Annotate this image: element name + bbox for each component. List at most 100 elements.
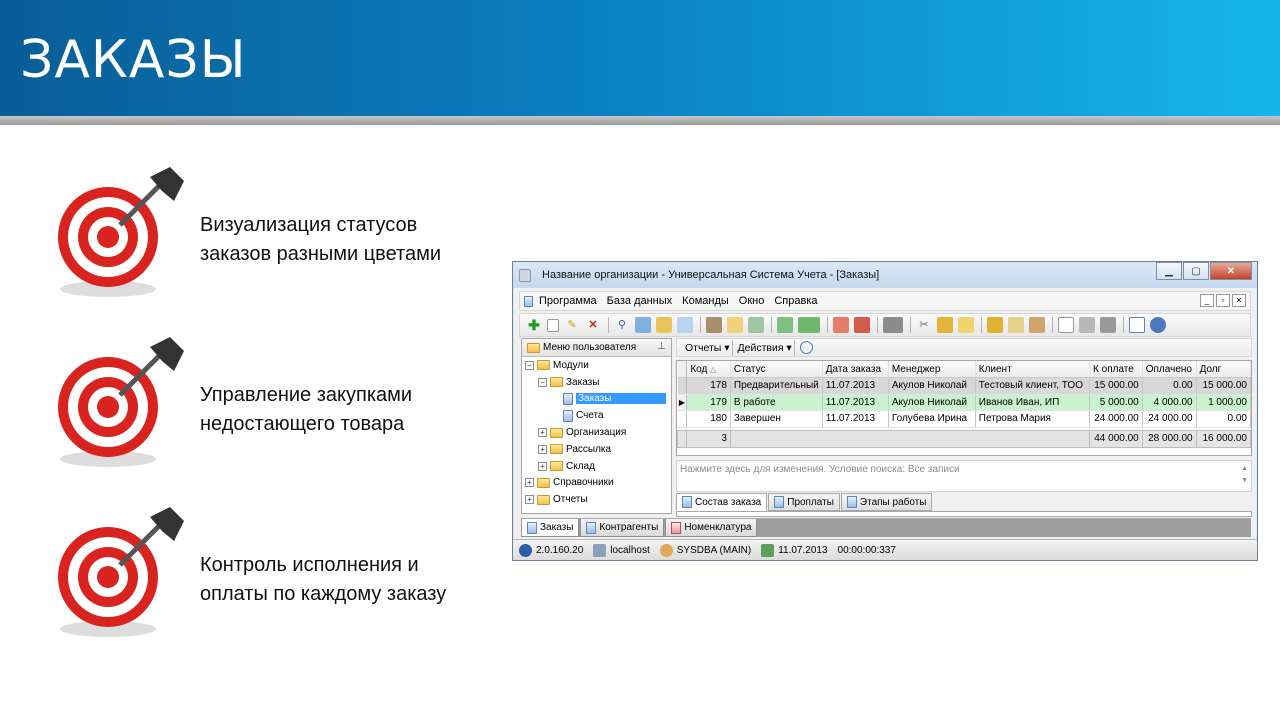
export-icon[interactable] [777,317,793,333]
status-time: 00:00:00:337 [838,545,896,556]
column-header[interactable]: Код △ [686,361,731,378]
book-icon[interactable] [1129,317,1145,333]
tree-node-organization[interactable]: + Организация [522,424,671,441]
comment-icon[interactable] [677,317,693,333]
filter-scrollbar[interactable]: ▲ ▼ [1241,463,1248,487]
tab-label: Заказы [540,522,574,533]
info-icon[interactable] [1150,317,1166,333]
settings-icon[interactable] [1029,317,1045,333]
tree-node-references[interactable]: + Справочники [522,475,671,492]
wizard-icon[interactable] [937,317,953,333]
table-icon[interactable] [1058,317,1074,333]
column-header[interactable]: Клиент [975,361,1091,378]
play-icon[interactable] [1100,317,1116,333]
reports-dropdown[interactable]: Отчеты ▾ [685,342,730,354]
sort-asc-icon: △ [710,364,717,374]
window-titlebar[interactable]: Название организации - Универсальная Сис… [513,262,1257,288]
toolbar-separator [1123,317,1124,333]
window-close-icon[interactable] [854,317,870,333]
tree-node-warehouse[interactable]: + Склад [522,458,671,475]
filter-icon[interactable] [656,317,672,333]
table-row[interactable]: ▶ 179 В работе 11.07.2013 Акулов Николай… [677,394,1252,411]
app-window: Название организации - Универсальная Сис… [512,261,1258,561]
tab-order-items[interactable]: Состав заказа [676,493,768,511]
bullet-line: недостающего товара [200,413,405,435]
expand-icon[interactable]: + [525,478,534,488]
column-header[interactable]: Статус [730,361,823,378]
expand-icon[interactable]: + [538,428,547,438]
tree-node-orders[interactable]: − Заказы [522,374,671,391]
menu-commands[interactable]: Команды [682,295,729,307]
actions-dropdown[interactable]: Действия ▾ [738,342,792,354]
tools-icon[interactable]: ✂ [916,317,932,333]
window-tab-orders[interactable]: Заказы [521,519,580,537]
exit-icon[interactable] [883,317,903,333]
window-title: Название организации - Универсальная Сис… [542,269,880,281]
filter-bar[interactable]: Нажмите здесь для изменения. Условие пои… [676,460,1252,492]
minimize-button[interactable]: ▁ [1156,262,1182,280]
collapse-icon[interactable]: − [538,377,547,387]
user-menu-title: Меню пользователя [543,342,637,353]
refresh-icon[interactable] [635,317,651,333]
mdi-minimize-button[interactable]: _ [1200,294,1214,307]
menu-window[interactable]: Окно [739,295,765,307]
tree-label: Склад [566,460,595,472]
table-row[interactable]: 180 Завершен 11.07.2013 Голубева Ирина П… [677,410,1252,428]
expand-icon[interactable]: + [538,461,547,471]
column-header[interactable]: Менеджер [888,361,976,378]
collapse-icon[interactable]: − [525,360,534,370]
clock-icon[interactable] [799,341,813,354]
tree-node-orders-list[interactable]: Заказы [522,391,671,408]
document-icon [682,496,692,508]
lock-icon[interactable] [987,317,1003,333]
cell-date: 11.07.2013 [822,410,889,428]
totals-empty [729,429,1091,448]
print-icon[interactable] [1079,317,1095,333]
menu-program[interactable]: Программа [539,295,597,307]
bullet-line: Управление закупками [200,384,413,406]
table-header-row: Код △ Статус Дата заказа Менеджер Клиент… [677,361,1252,378]
search-icon[interactable]: ⚲ [614,317,630,333]
window-tab-contractors[interactable]: Контрагенты [580,519,665,537]
folder-icon [537,360,550,371]
tab-payments[interactable]: Проплаты [768,493,840,511]
delete-icon[interactable]: ✕ [585,317,601,333]
add-icon[interactable]: ✚ [526,317,542,333]
note-icon[interactable] [958,317,974,333]
window-controls: ▁ ▢ ✕ [1155,262,1252,280]
expand-icon[interactable]: + [538,444,547,454]
import-dropdown-icon[interactable] [798,317,820,333]
column-header[interactable]: К оплате [1089,361,1143,378]
close-button[interactable]: ✕ [1210,262,1252,280]
cell-status: Предварительный [730,377,823,395]
tab-work-stages[interactable]: Этапы работы [840,493,933,511]
mdi-close-button[interactable]: ✕ [1232,294,1246,307]
expand-icon[interactable]: + [525,495,534,505]
menu-help[interactable]: Справка [774,295,817,307]
mdi-restore-button[interactable]: ▫ [1216,294,1230,307]
copy-icon[interactable] [547,318,559,332]
window-tab-nomenclature[interactable]: Номенклатура [665,519,758,537]
tree-node-reports[interactable]: + Отчеты [522,491,671,508]
table-row[interactable]: 178 Предварительный 11.07.2013 Акулов Ни… [677,377,1252,395]
tab-label: Проплаты [787,496,834,508]
tree-node-mailing[interactable]: + Рассылка [522,441,671,458]
maximize-button[interactable]: ▢ [1183,262,1209,280]
menu-database[interactable]: База данных [607,295,673,307]
palette-icon[interactable] [1008,317,1024,333]
folder-up-icon[interactable] [727,317,743,333]
window-new-icon[interactable] [833,317,849,333]
pin-icon[interactable]: ⊥ [657,341,666,352]
toolbar-separator [793,339,795,356]
package-icon[interactable] [706,317,722,333]
column-header[interactable]: Оплачено [1142,361,1197,378]
edit-pencil-icon[interactable]: ✎ [564,317,580,333]
tree-node-modules[interactable]: − Модули [522,357,671,374]
column-header[interactable]: Дата заказа [822,361,889,378]
column-header[interactable]: Долг [1196,361,1252,378]
tree-node-invoices[interactable]: Счета [522,407,671,424]
tree-label: Организация [566,427,627,439]
move-icon[interactable] [748,317,764,333]
actions-label: Действия [737,341,784,354]
cell-debt: 15 000.00 [1196,377,1252,395]
